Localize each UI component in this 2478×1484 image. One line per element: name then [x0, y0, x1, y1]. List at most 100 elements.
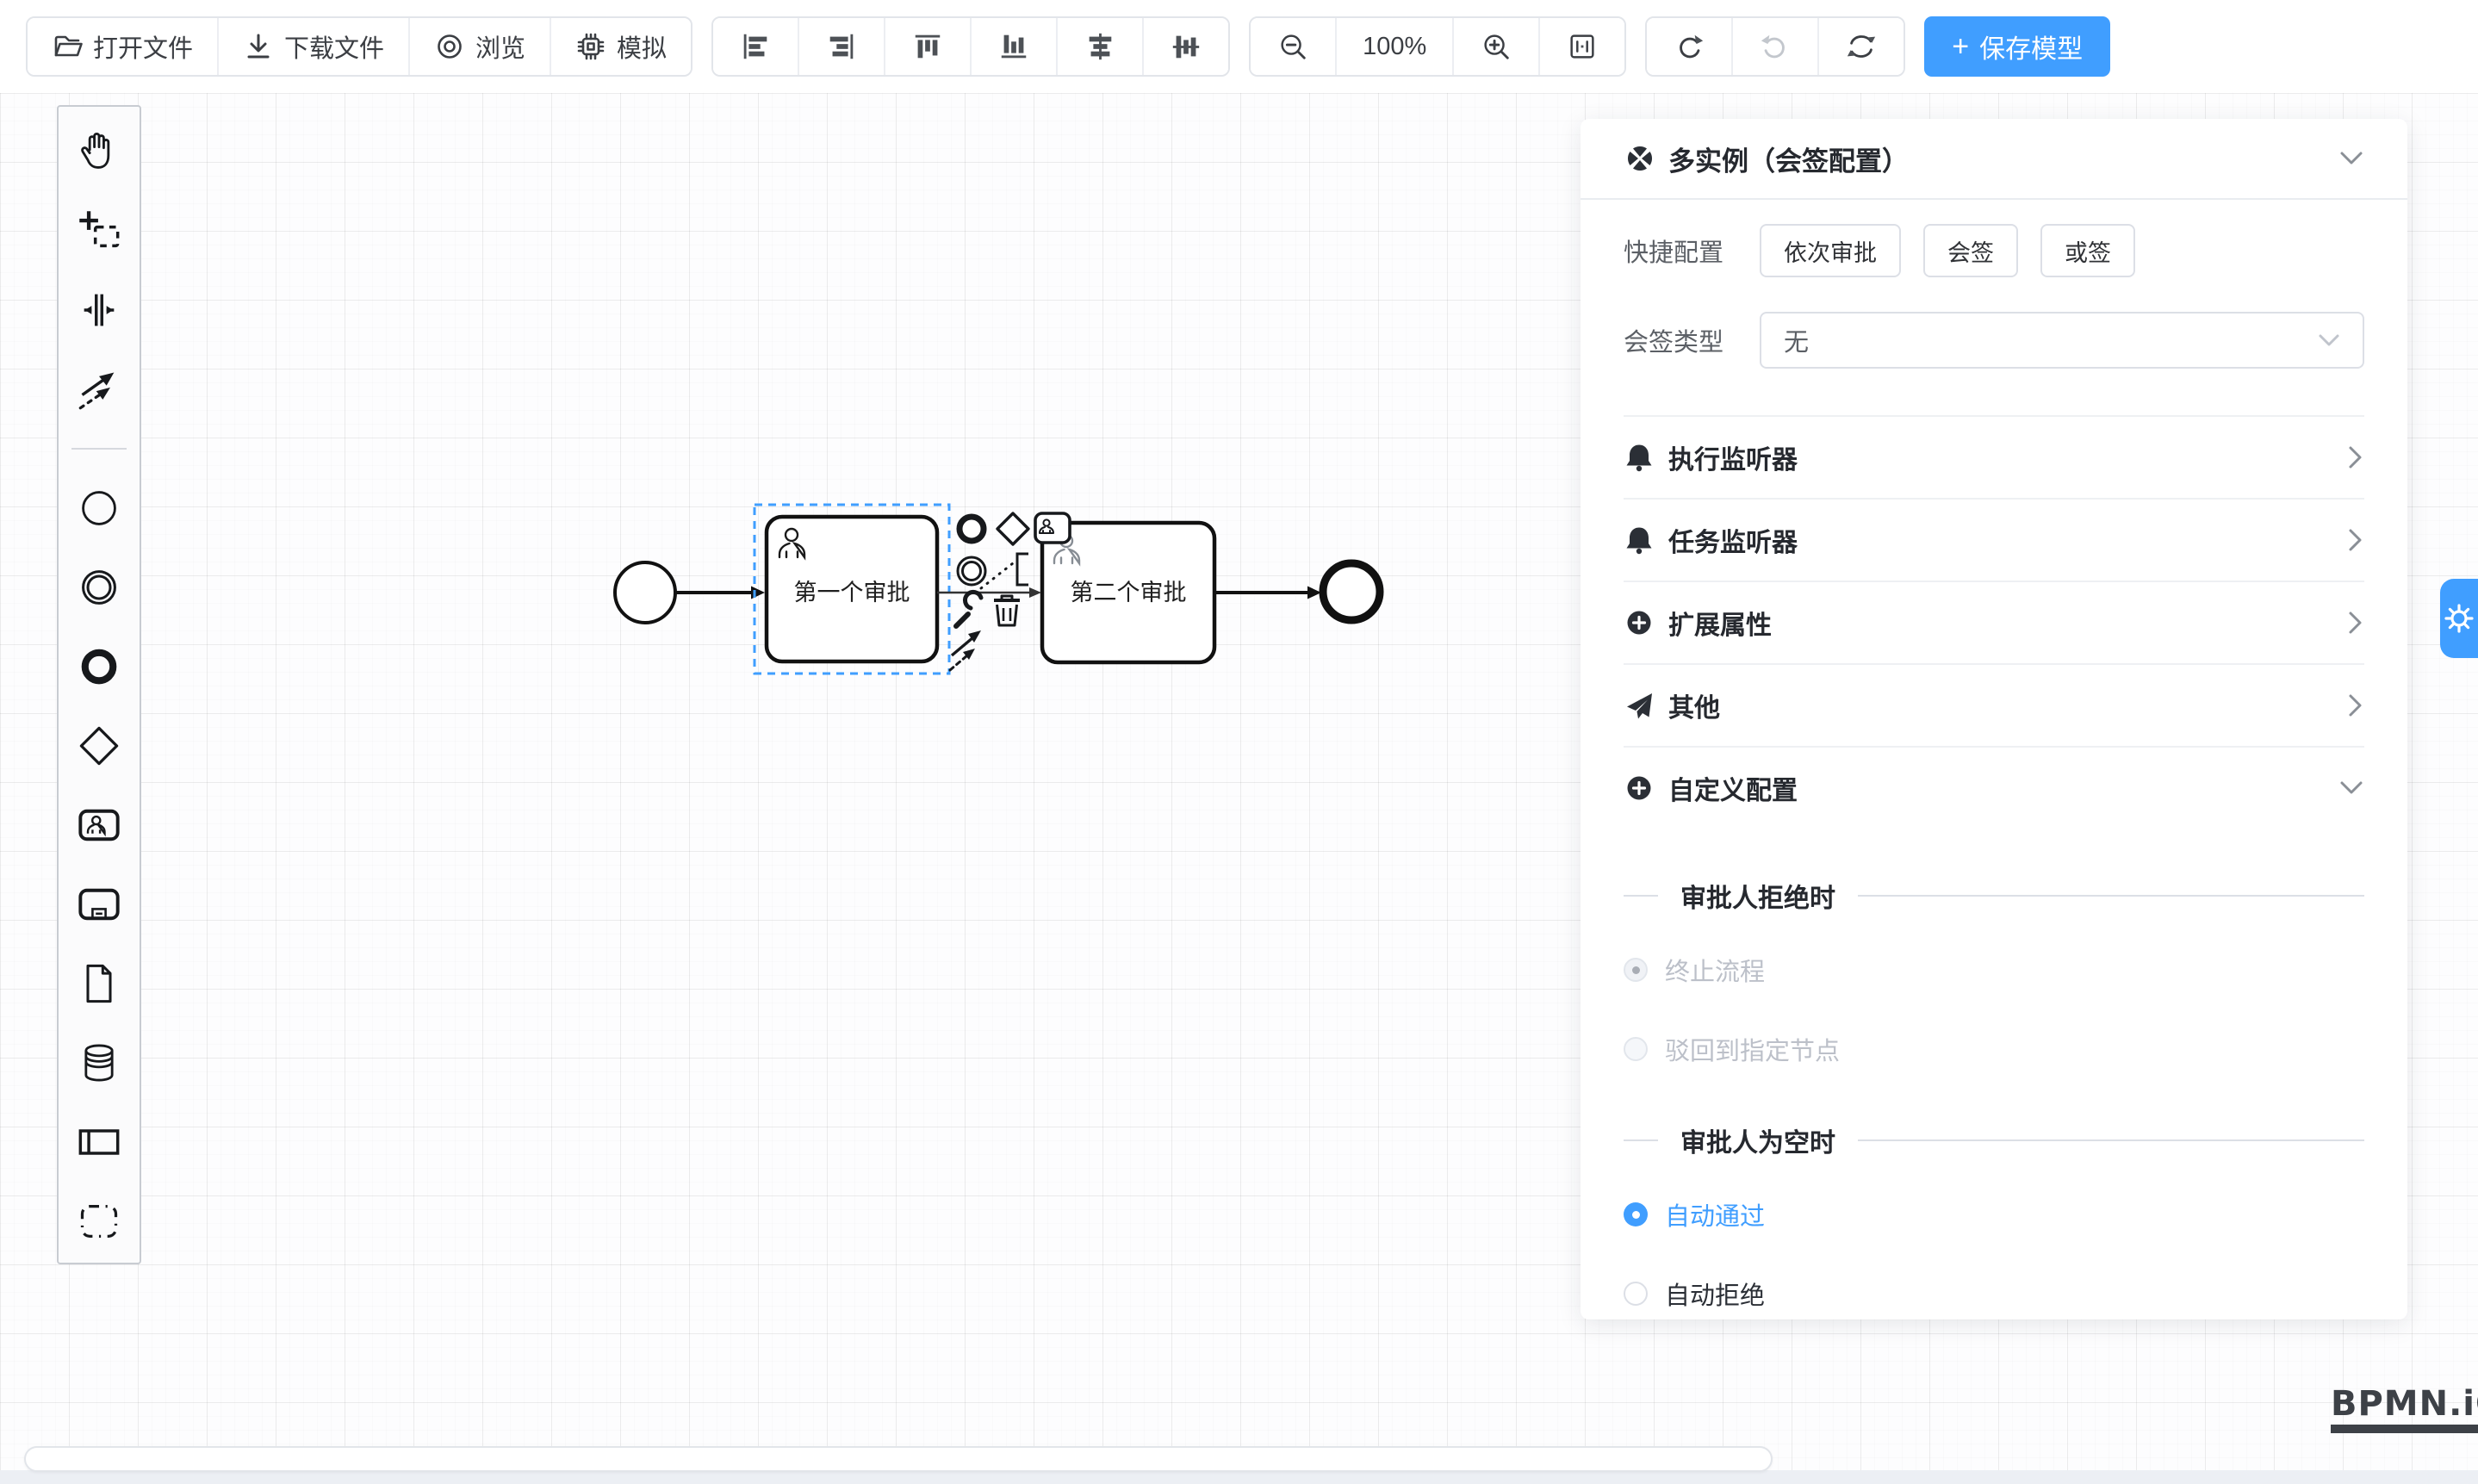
quick-option-countersign[interactable]: 会签: [1923, 224, 2018, 277]
browse-label: 浏览: [475, 28, 525, 65]
radio-icon: [1624, 1202, 1648, 1226]
zoom-in-button[interactable]: [1454, 18, 1540, 75]
palette-group[interactable]: [75, 1197, 123, 1245]
align-right-button[interactable]: [799, 18, 885, 75]
panel-header[interactable]: 多实例（会签配置）: [1624, 119, 2364, 198]
save-model-button[interactable]: + 保存模型: [1924, 16, 2110, 77]
palette-gateway[interactable]: [75, 722, 123, 770]
reset-button[interactable]: [1819, 18, 1904, 75]
palette-start-event[interactable]: [75, 484, 123, 532]
palette-lasso-tool[interactable]: [75, 207, 123, 255]
chevron-down-icon[interactable]: [2338, 150, 2364, 167]
quick-option-sequential[interactable]: 依次审批: [1760, 224, 1901, 277]
align-bottom-button[interactable]: [972, 18, 1058, 75]
quick-config-row: 快捷配置 依次审批 会签 或签: [1624, 224, 2364, 277]
connect-arrows-icon[interactable]: [950, 630, 981, 670]
bpmn-io-logo[interactable]: BPMN.iO: [2331, 1385, 2478, 1433]
sequence-flow-2[interactable]: [937, 587, 1041, 598]
align-top-button[interactable]: [885, 18, 972, 75]
end-event-shape[interactable]: [1323, 563, 1380, 620]
fit-viewport-button[interactable]: [1540, 18, 1624, 75]
user-task-icon: [77, 803, 121, 848]
reset-icon: [1845, 30, 1878, 63]
palette-user-task[interactable]: [75, 801, 123, 849]
download-icon: [243, 31, 274, 62]
section-execution-listener[interactable]: 执行监听器: [1624, 415, 2364, 498]
section-custom-config[interactable]: 自定义配置: [1624, 746, 2364, 829]
zoom-out-button[interactable]: [1251, 18, 1337, 75]
sub-process-icon: [77, 882, 121, 927]
append-intermediate-event-icon[interactable]: [958, 557, 985, 585]
browse-button[interactable]: 浏览: [410, 18, 551, 75]
open-file-label: 打开文件: [93, 28, 193, 65]
task-first-approval[interactable]: 第一个审批: [767, 517, 937, 661]
palette-sub-process[interactable]: [75, 880, 123, 928]
align-center-vertical-button[interactable]: [1144, 18, 1228, 75]
horizontal-scrollbar-thumb[interactable]: [24, 1446, 1773, 1472]
delete-trash-icon[interactable]: [994, 596, 1020, 625]
align-left-button[interactable]: [713, 18, 799, 75]
radio-auto-reject[interactable]: 自动拒绝: [1624, 1270, 2364, 1318]
palette-hand-tool[interactable]: [75, 127, 123, 176]
open-file-button[interactable]: 打开文件: [28, 18, 219, 75]
redo-icon: [1759, 30, 1792, 63]
section-label: 任务监听器: [1668, 521, 1798, 559]
palette-global-connect-tool[interactable]: [75, 365, 123, 413]
properties-panel: 多实例（会签配置） 快捷配置 依次审批 会签 或签 会签类型 无: [1581, 119, 2407, 1319]
hand-icon: [77, 129, 121, 174]
multi-instance-icon: [1624, 142, 1656, 175]
append-gateway-icon[interactable]: [997, 513, 1028, 544]
section-task-listener[interactable]: 任务监听器: [1624, 498, 2364, 581]
bpmn-diagram: 第一个审批 第二个审批: [586, 478, 1413, 736]
append-text-annotation-icon[interactable]: [981, 554, 1028, 588]
start-event-shape[interactable]: [615, 562, 675, 623]
download-file-button[interactable]: 下载文件: [219, 18, 410, 75]
align-bottom-icon: [997, 30, 1030, 63]
palette-participant[interactable]: [75, 1118, 123, 1166]
data-object-icon: [77, 961, 121, 1006]
align-top-icon: [911, 30, 944, 63]
zoom-out-icon: [1276, 30, 1309, 63]
change-type-wrench-icon[interactable]: [956, 592, 981, 626]
align-center-horizontal-button[interactable]: [1058, 18, 1144, 75]
empty-group-title: 审批人为空时: [1624, 1121, 2364, 1159]
gateway-icon: [77, 723, 121, 768]
undo-button[interactable]: [1647, 18, 1733, 75]
section-extended-properties[interactable]: 扩展属性: [1624, 581, 2364, 663]
top-toolbar: 打开文件 下载文件 浏览 模: [0, 0, 2478, 93]
radio-return-to-node[interactable]: 驳回到指定节点: [1624, 1025, 2364, 1073]
palette-space-tool[interactable]: [75, 286, 123, 334]
radio-label: 自动通过: [1665, 1196, 1765, 1233]
palette-intermediate-event[interactable]: [75, 563, 123, 612]
radio-label: 自动拒绝: [1665, 1276, 1765, 1312]
chevron-right-icon: [2347, 527, 2364, 553]
palette-data-store[interactable]: [75, 1039, 123, 1087]
append-user-task-icon[interactable]: [1035, 513, 1070, 543]
start-event-icon: [77, 486, 121, 531]
quick-option-orsign[interactable]: 或签: [2040, 224, 2135, 277]
shape-palette: [57, 105, 141, 1264]
section-other[interactable]: 其他: [1624, 663, 2364, 746]
zoom-level-display[interactable]: 100%: [1337, 18, 1454, 75]
sign-type-label: 会签类型: [1624, 322, 1760, 358]
simulate-button[interactable]: 模拟: [551, 18, 691, 75]
sign-type-select[interactable]: 无: [1760, 312, 2364, 369]
radio-auto-pass[interactable]: 自动通过: [1624, 1190, 2364, 1239]
append-end-event-icon[interactable]: [960, 517, 984, 541]
radio-terminate-process[interactable]: 终止流程: [1624, 946, 2364, 994]
radio-icon: [1624, 1282, 1648, 1306]
redo-button[interactable]: [1733, 18, 1819, 75]
connect-icon: [77, 367, 121, 412]
task-second-approval[interactable]: 第二个审批: [1042, 523, 1214, 662]
horizontal-scrollbar-track[interactable]: [0, 1470, 2478, 1484]
settings-tab[interactable]: [2440, 579, 2478, 658]
sequence-flow-1[interactable]: [675, 587, 765, 599]
align-center-vertical-icon: [1170, 30, 1202, 63]
lasso-icon: [77, 208, 121, 253]
palette-data-object[interactable]: [75, 959, 123, 1008]
radio-icon: [1624, 958, 1648, 982]
sequence-flow-3[interactable]: [1214, 587, 1321, 599]
zoom-level-value: 100%: [1363, 33, 1426, 61]
palette-end-event[interactable]: [75, 643, 123, 691]
bell-icon: [1624, 525, 1655, 556]
